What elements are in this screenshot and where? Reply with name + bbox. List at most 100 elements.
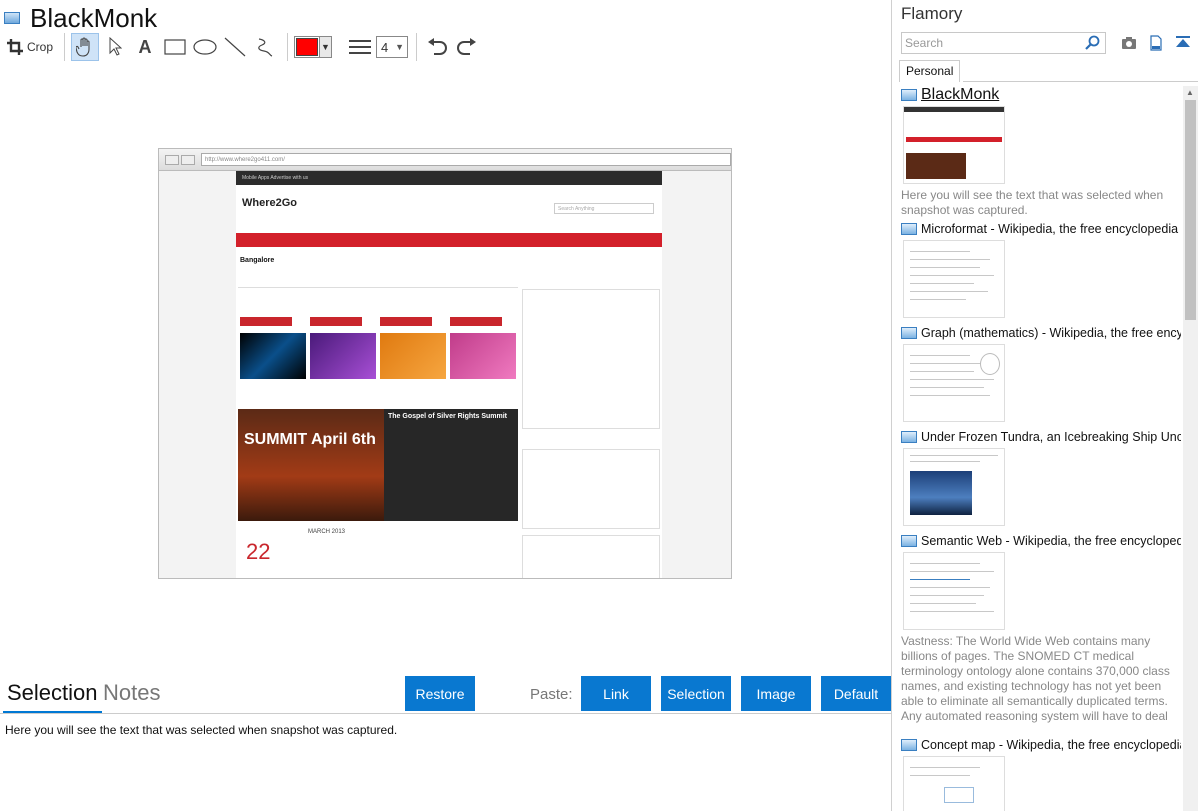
redo-button[interactable]	[453, 33, 481, 61]
hand-tool-button[interactable]	[71, 33, 99, 61]
toolbar-separator	[287, 33, 288, 61]
paste-link-button[interactable]: Link	[581, 676, 651, 711]
entry-thumbnail	[903, 552, 1005, 630]
chevron-down-icon: ▼	[319, 37, 331, 57]
toolbar-separator	[64, 33, 65, 61]
page-icon	[4, 12, 20, 24]
search-box	[901, 32, 1106, 54]
freehand-icon	[258, 38, 273, 57]
chevron-down-icon: ▼	[395, 42, 404, 52]
page-icon	[901, 89, 917, 101]
page-icon	[901, 223, 917, 235]
list-item[interactable]: Under Frozen Tundra, an Icebreaking Ship…	[901, 428, 1181, 526]
rectangle-icon	[164, 39, 186, 55]
pointer-tool-button[interactable]	[101, 33, 129, 61]
tab-personal[interactable]: Personal	[899, 60, 961, 82]
line-tool-button[interactable]	[221, 33, 249, 61]
annotation-toolbar: Crop A ▼ 4 ▼	[4, 32, 483, 62]
sidebar-title: Flamory	[901, 4, 963, 23]
text-icon: A	[138, 36, 152, 57]
preview-banner: SUMMIT April 6th The Gospel of Silver Ri…	[238, 409, 518, 521]
list-item[interactable]: Graph (mathematics) - Wikipedia, the fre…	[901, 324, 1181, 422]
text-tool-button[interactable]: A	[131, 33, 159, 61]
browser-bar: http://www.where2go411.com/	[159, 149, 731, 171]
entry-title: BlackMonk	[921, 86, 1000, 103]
entry-thumbnail	[903, 240, 1005, 318]
snapshot-list: BlackMonk Here you will see the text tha…	[901, 86, 1181, 811]
redo-icon	[457, 38, 476, 55]
entry-title: Concept map - Wikipedia, the free encycl…	[921, 738, 1181, 752]
site-nav	[236, 233, 662, 247]
list-item[interactable]: BlackMonk Here you will see the text tha…	[901, 86, 1181, 218]
freehand-tool-button[interactable]	[251, 33, 279, 61]
back-icon	[165, 154, 179, 165]
paste-label: Paste:	[530, 686, 573, 703]
entry-thumbnail	[903, 448, 1005, 526]
search-input[interactable]	[902, 33, 1084, 53]
paste-selection-button[interactable]: Selection	[661, 676, 731, 711]
preview-facebook-box	[522, 535, 660, 578]
entry-description: Here you will see the text that was sele…	[901, 188, 1164, 217]
scrollbar[interactable]: ▲	[1183, 86, 1198, 811]
banner-title: The Gospel of Silver Rights Summit	[388, 413, 508, 420]
undo-button[interactable]	[423, 33, 451, 61]
top-links: Mobile Apps Advertise with us	[236, 171, 662, 185]
restore-button[interactable]: Restore	[405, 676, 475, 711]
camera-icon[interactable]	[1120, 34, 1138, 52]
main-pane: BlackMonk Crop A ▼ 4 ▼ http://www.where2…	[0, 0, 892, 811]
paste-default-button[interactable]: Default	[821, 676, 891, 711]
preview-button	[310, 317, 362, 326]
color-picker[interactable]: ▼	[294, 33, 332, 61]
paste-image-button[interactable]: Image	[741, 676, 811, 711]
entry-title: Graph (mathematics) - Wikipedia, the fre…	[921, 326, 1181, 340]
entry-thumbnail	[903, 756, 1005, 811]
divider	[238, 287, 518, 288]
preview-image	[450, 333, 516, 379]
color-swatch	[296, 38, 318, 56]
flamory-sidebar: Flamory Personal BlackMonk Here you will…	[893, 0, 1198, 811]
entry-title: Semantic Web - Wikipedia, the free encyc…	[921, 534, 1181, 548]
crop-label: Crop	[26, 40, 53, 54]
divider	[0, 713, 892, 714]
snapshot-image[interactable]: http://www.where2go411.com/ Mobile Apps …	[158, 148, 732, 579]
crop-button[interactable]: Crop	[4, 33, 56, 61]
document-icon[interactable]	[1147, 34, 1165, 52]
entry-title: Microformat - Wikipedia, the free encycl…	[921, 222, 1179, 236]
search-icon[interactable]	[1084, 35, 1100, 51]
banner-text: SUMMIT April 6th	[244, 431, 376, 448]
city-label: Bangalore	[240, 257, 275, 264]
undo-icon	[428, 38, 447, 55]
page-icon	[901, 327, 917, 339]
tab-notes[interactable]: Notes	[103, 680, 160, 714]
tab-selection[interactable]: Selection	[3, 680, 102, 714]
arrow-pointer-icon	[109, 37, 122, 56]
scrollbar-thumb[interactable]	[1185, 100, 1196, 320]
selection-text[interactable]: Here you will see the text that was sele…	[5, 723, 397, 737]
calendar-day: 22	[246, 539, 271, 564]
chevron-up-icon[interactable]: ▲	[1186, 88, 1194, 97]
preview-button	[380, 317, 432, 326]
preview-newsletter-box	[522, 449, 660, 529]
line-width-select[interactable]: 4 ▼	[376, 33, 408, 61]
forward-icon	[181, 154, 195, 165]
collapse-icon[interactable]	[1174, 34, 1192, 52]
rectangle-tool-button[interactable]	[161, 33, 189, 61]
crop-icon	[6, 39, 23, 55]
preview-sidebar-box	[522, 289, 660, 429]
entry-title: Under Frozen Tundra, an Icebreaking Ship…	[921, 430, 1181, 444]
ellipse-tool-button[interactable]	[191, 33, 219, 61]
preview-image	[380, 333, 446, 379]
hand-icon	[76, 37, 90, 57]
list-item[interactable]: Microformat - Wikipedia, the free encycl…	[901, 220, 1181, 318]
banner-image	[238, 409, 384, 521]
list-item[interactable]: Semantic Web - Wikipedia, the free encyc…	[901, 532, 1181, 724]
entry-thumbnail	[903, 106, 1005, 184]
list-item[interactable]: Concept map - Wikipedia, the free encycl…	[901, 736, 1181, 811]
preview-image	[240, 333, 306, 379]
ellipse-icon	[193, 39, 217, 55]
entry-description: Vastness: The World Wide Web contains ma…	[901, 634, 1170, 723]
preview-button	[450, 317, 502, 326]
preview-button	[240, 317, 292, 326]
line-width-value: 4	[381, 39, 389, 55]
page-icon	[901, 739, 917, 751]
